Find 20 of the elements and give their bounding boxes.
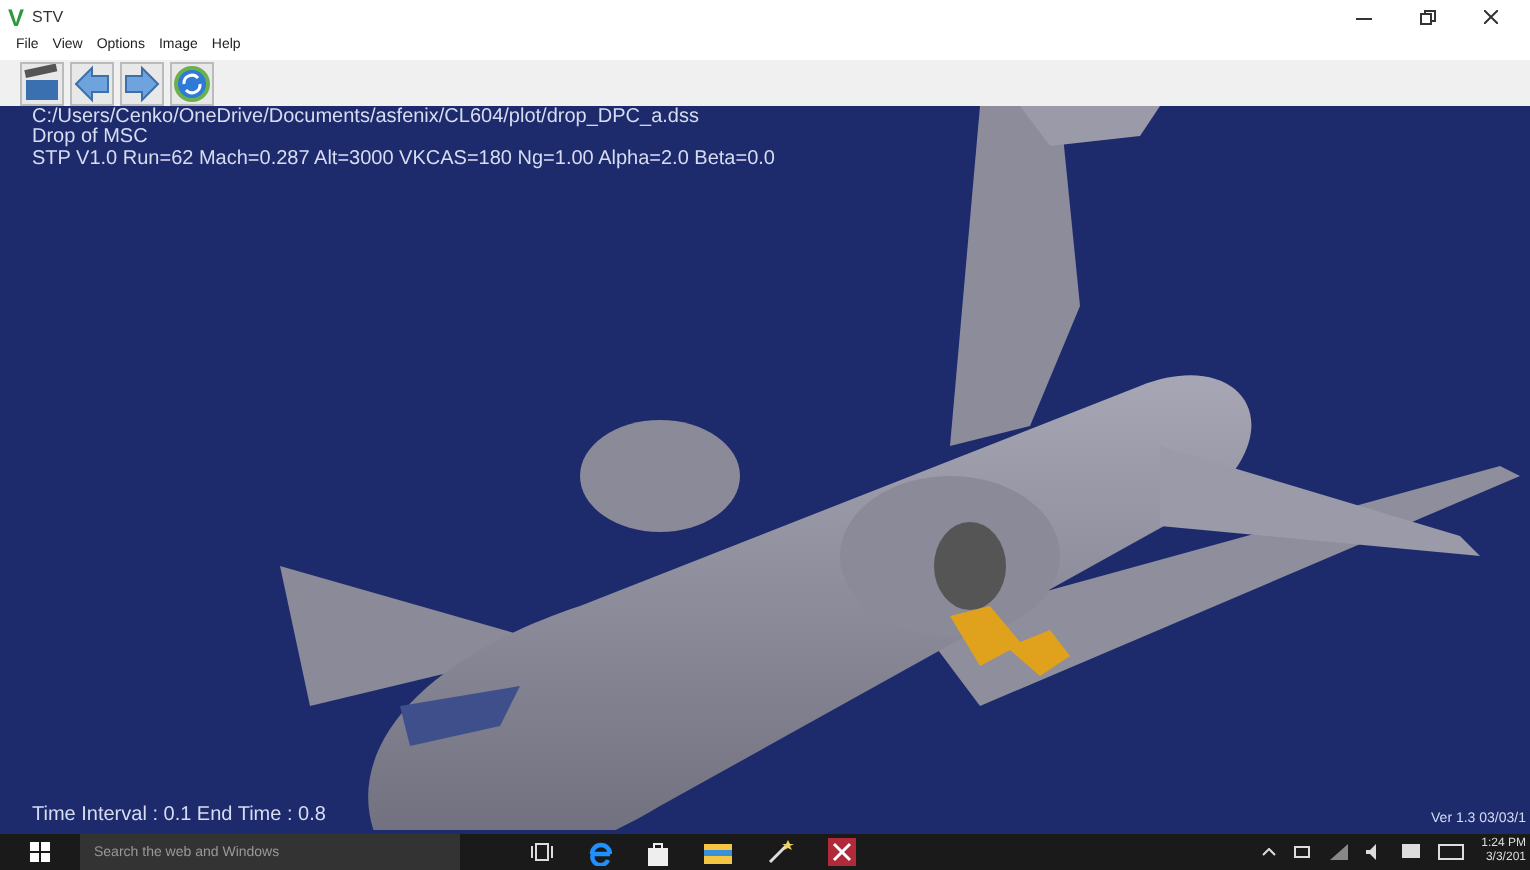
restore-icon[interactable] xyxy=(1420,9,1436,25)
caret-up-icon[interactable] xyxy=(1261,848,1276,856)
task-view-icon[interactable] xyxy=(530,842,554,862)
refresh-icon[interactable] xyxy=(172,63,212,103)
simulation-parameters: STP V1.0 Run=62 Mach=0.287 Alt=3000 VKCAS=180 Ng=1.00 Alpha=2.0 Beta=0.0 xyxy=(32,148,777,170)
forward-arrow-icon[interactable] xyxy=(122,63,162,103)
shopping-bag-icon[interactable] xyxy=(646,839,670,865)
magic-wand-icon[interactable] xyxy=(766,838,794,866)
app-logo: V xyxy=(8,5,25,29)
app-icon[interactable] xyxy=(828,838,856,866)
windows-start-icon[interactable] xyxy=(30,842,50,862)
browser-icon[interactable] xyxy=(588,839,612,865)
case-title: Drop of MSC xyxy=(32,128,148,148)
folder-icon[interactable] xyxy=(704,841,732,863)
window-title: STV xyxy=(32,5,64,29)
close-icon[interactable] xyxy=(1484,10,1498,24)
file-path: C:/Users/Cenko/OneDrive/Documents/asfenix/CL604/plot/drop_DPC_a.dss xyxy=(32,108,701,128)
back-arrow-icon[interactable] xyxy=(72,63,112,103)
time-settings: Time Interval : 0.1 End Time : 0.8 xyxy=(32,802,326,830)
clapperboard-icon[interactable] xyxy=(22,63,62,103)
